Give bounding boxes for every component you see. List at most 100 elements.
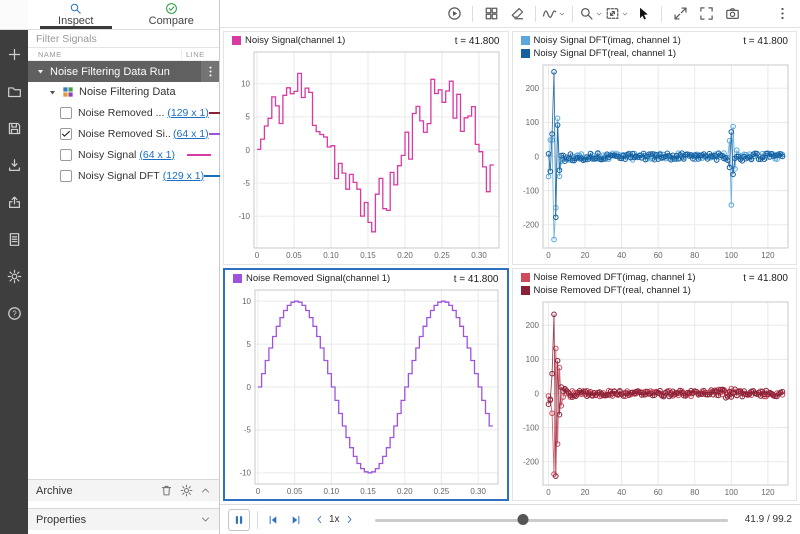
signal-checkbox[interactable]: [60, 148, 72, 161]
signal-name: Noise Removed Si...: [78, 127, 170, 140]
step-back-button[interactable]: [265, 511, 281, 529]
snapshot-button[interactable]: [720, 2, 744, 26]
left-toolbar-icons: ?: [0, 30, 28, 534]
chevron-down-icon[interactable]: [200, 514, 211, 525]
svg-text:0: 0: [246, 146, 251, 155]
fit-to-view-button[interactable]: [605, 2, 629, 26]
signal-dims-link[interactable]: (64 x 1): [139, 149, 175, 161]
preferences-button[interactable]: [2, 264, 26, 288]
legend-swatch: [232, 36, 241, 45]
svg-text:100: 100: [525, 355, 539, 364]
svg-text:0.15: 0.15: [360, 251, 376, 260]
pointer-button[interactable]: [631, 2, 655, 26]
pause-button[interactable]: [228, 508, 250, 531]
more-menu-button[interactable]: [770, 2, 794, 26]
plots-grid: Noisy Signal(channel 1) t = 41.800 0 0.05 0.…: [220, 28, 800, 504]
playback-bar: 1x 41.9 / 99.2: [220, 504, 800, 534]
pause-icon: [233, 514, 245, 526]
legend-item: Noise Removed DFT(imag, channel 1): [520, 272, 696, 283]
sidebar: Inspect Compare NAME LINE Noise Filterin…: [28, 0, 233, 534]
svg-text:20: 20: [580, 488, 589, 497]
chart-series: [257, 72, 494, 233]
signal-dims-link[interactable]: (64 x 1): [173, 128, 209, 140]
properties-bar[interactable]: Properties: [28, 508, 219, 530]
check-circle-icon: [165, 2, 178, 15]
svg-text:100: 100: [525, 118, 539, 127]
run-menu-button[interactable]: [201, 61, 219, 82]
speed-down-button[interactable]: [311, 511, 327, 529]
export-button[interactable]: [2, 190, 26, 214]
signal-checkbox[interactable]: [60, 106, 72, 119]
signal-name: Noisy Signal: [78, 148, 137, 161]
playback-position: 41.9 / 99.2: [744, 514, 792, 525]
speed-up-button[interactable]: [342, 511, 358, 529]
zoom-button[interactable]: [579, 2, 603, 26]
chart-series: [547, 118, 783, 240]
chart-series: [547, 347, 783, 474]
svg-text:200: 200: [525, 321, 539, 330]
svg-text:0: 0: [546, 488, 551, 497]
slider-track[interactable]: [374, 518, 728, 522]
chart-noise-removed-dft[interactable]: Noise Removed DFT(imag, channel 1) Noise …: [511, 267, 797, 501]
group-row[interactable]: Noise Filtering Data: [28, 82, 219, 102]
chevron-up-icon[interactable]: [200, 485, 211, 496]
playback-slider[interactable]: [374, 511, 728, 529]
time-cursor-label: t = 41.800: [453, 273, 499, 285]
open-button[interactable]: [2, 79, 26, 103]
signal-dims-link[interactable]: (129 x 1): [163, 170, 204, 182]
archive-bar[interactable]: Archive: [28, 479, 219, 501]
subplot-layout-button[interactable]: [479, 2, 503, 26]
speed-control: 1x: [311, 511, 358, 529]
left-toolbar-cap: [0, 0, 28, 30]
chart-noisy-signal[interactable]: Noisy Signal(channel 1) t = 41.800 0 0.05 0.…: [223, 31, 509, 265]
svg-text:0: 0: [546, 251, 551, 260]
signal-row[interactable]: Noise Removed Si... (64 x 1): [28, 123, 233, 144]
report-button[interactable]: [2, 227, 26, 251]
run-header[interactable]: Noise Filtering Data Run: [28, 61, 219, 82]
legend-swatch: [520, 49, 530, 58]
legend-label: Noisy Signal DFT(imag, channel 1): [533, 35, 681, 46]
signal-dims-link[interactable]: (129 x 1): [167, 107, 208, 119]
chart-series: [257, 300, 493, 473]
save-button[interactable]: [2, 116, 26, 140]
expand-button[interactable]: [668, 2, 692, 26]
chart-noisy-dft[interactable]: Noisy Signal DFT(imag, channel 1) Noisy S…: [511, 31, 797, 265]
signal-row[interactable]: Noisy Signal (64 x 1): [28, 144, 219, 165]
signal-row[interactable]: Noisy Signal DFT (129 x 1): [28, 165, 229, 186]
tab-inspect[interactable]: Inspect: [28, 0, 124, 29]
legend-item: Noise Removed Signal(channel 1): [233, 273, 390, 284]
step-run-button[interactable]: [442, 2, 466, 26]
chart-series: [547, 313, 783, 476]
add-button[interactable]: [2, 42, 26, 66]
gear-icon[interactable]: [180, 484, 193, 497]
step-forward-button[interactable]: [288, 511, 304, 529]
tab-compare-label: Compare: [148, 15, 194, 27]
svg-text:100: 100: [724, 488, 738, 497]
signal-row[interactable]: Noise Removed ... (129 x 1): [28, 102, 233, 123]
help-button[interactable]: ?: [2, 301, 26, 325]
signal-name: Noise Removed ...: [78, 106, 165, 119]
column-headers: NAME LINE: [28, 48, 219, 61]
signal-checkbox[interactable]: [60, 169, 72, 182]
tab-compare[interactable]: Compare: [124, 0, 220, 29]
svg-text:10: 10: [242, 296, 251, 305]
playback-slider-handle[interactable]: [517, 514, 529, 525]
signal-checkbox[interactable]: [60, 127, 72, 140]
app-root: ? Inspect Compare NAME LINE Noise Filter…: [0, 0, 800, 534]
signal-style-button[interactable]: [542, 2, 566, 26]
svg-text:0.20: 0.20: [397, 487, 413, 496]
clear-plots-button[interactable]: [505, 2, 529, 26]
main-area: Noisy Signal(channel 1) t = 41.800 0 0.05 0.…: [220, 0, 800, 534]
group-title: Noise Filtering Data: [79, 86, 176, 98]
filter-signals-input[interactable]: [36, 32, 211, 45]
trash-icon[interactable]: [160, 484, 173, 497]
toolbar-separator: [572, 5, 573, 22]
svg-text:0: 0: [256, 487, 261, 496]
fullscreen-button[interactable]: [694, 2, 718, 26]
signal-line-swatch: [187, 153, 211, 156]
chart-noise-removed-signal[interactable]: Noise Removed Signal(channel 1) t = 41.80…: [223, 267, 509, 501]
import-button[interactable]: [2, 153, 26, 177]
svg-text:0.30: 0.30: [470, 487, 486, 496]
search-icon: [69, 2, 82, 15]
run-title: Noise Filtering Data Run: [50, 65, 170, 78]
